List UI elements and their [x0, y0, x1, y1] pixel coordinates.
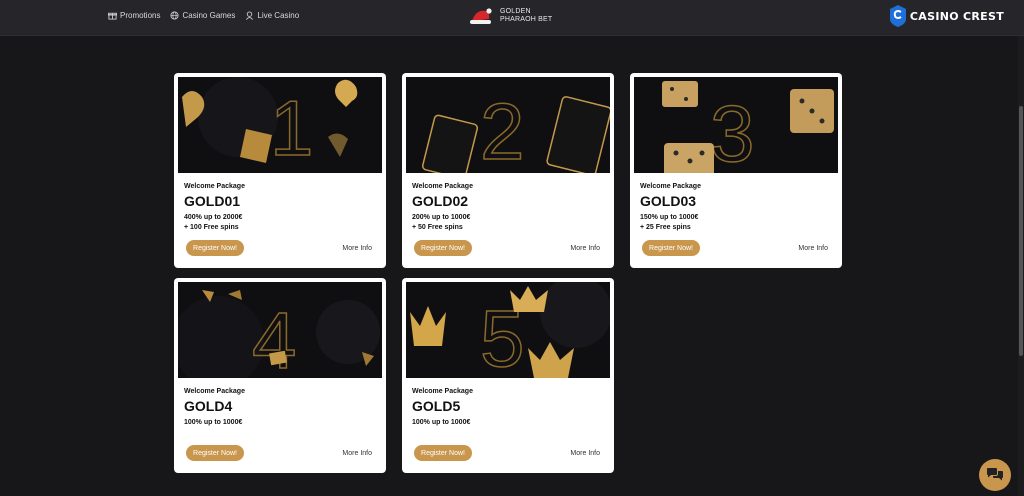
promo-card-gold02: 2 Welcome Package GOLD02 200% up to 1000…	[402, 73, 614, 268]
main-nav: Promotions Casino Games Live Casino	[108, 11, 299, 20]
promo-illustration: 4	[178, 282, 382, 378]
offer-line-2: + 25 Free spins	[640, 224, 691, 231]
register-button[interactable]: Register Now!	[186, 240, 244, 256]
nav-item-label: Promotions	[120, 11, 161, 20]
nav-item-casino-games[interactable]: Casino Games	[170, 11, 235, 20]
live-chat-button[interactable]	[979, 459, 1011, 491]
card-numeral: 3	[710, 89, 755, 173]
card-subtitle: Welcome Package	[412, 183, 473, 190]
card-numeral: 4	[252, 296, 297, 378]
card-subtitle: Welcome Package	[640, 183, 701, 190]
offer-line-2: + 50 Free spins	[412, 224, 463, 231]
register-button[interactable]: Register Now!	[414, 240, 472, 256]
more-info-link[interactable]: More Info	[798, 245, 828, 252]
offer-line-2: + 100 Free spins	[184, 224, 239, 231]
register-button[interactable]: Register Now!	[186, 445, 244, 461]
card-offer: 200% up to 1000€ + 50 Free spins	[412, 213, 604, 233]
more-info-link[interactable]: More Info	[342, 450, 372, 457]
promo-card-image: 5	[406, 282, 610, 378]
crest-shield-icon	[889, 5, 906, 27]
promo-card-gold4: 4 Welcome Package GOLD4 100% up to 1000€…	[174, 278, 386, 473]
bonus-code: GOLD02	[412, 193, 469, 209]
offer-line-1: 150% up to 1000€	[640, 214, 699, 221]
offer-line-1: 100% up to 1000€	[412, 419, 471, 426]
card-offer: 100% up to 1000€	[184, 418, 376, 428]
promo-illustration: 3	[634, 77, 838, 173]
promo-card-image: 4	[178, 282, 382, 378]
card-offer: 150% up to 1000€ + 25 Free spins	[640, 213, 832, 233]
card-numeral: 2	[480, 87, 525, 173]
promo-card-image: 2	[406, 77, 610, 173]
promo-illustration: 5	[406, 282, 610, 378]
bonus-code: GOLD5	[412, 398, 461, 414]
site-logo[interactable]: GOLDEN PHARAOH BET	[468, 3, 556, 29]
card-subtitle: Welcome Package	[184, 388, 245, 395]
gift-icon	[108, 12, 117, 20]
nav-item-label: Live Casino	[257, 11, 300, 20]
promo-card-image: 3	[634, 77, 838, 173]
globe-icon	[170, 11, 180, 20]
card-offer: 100% up to 1000€	[412, 418, 604, 428]
offer-line-1: 200% up to 1000€	[412, 214, 471, 221]
brand-name: GOLDEN PHARAOH BET	[500, 7, 553, 24]
card-offer: 400% up to 2000€ + 100 Free spins	[184, 213, 376, 233]
card-subtitle: Welcome Package	[412, 388, 473, 395]
more-info-link[interactable]: More Info	[570, 245, 600, 252]
chat-bubbles-icon	[987, 468, 1003, 481]
promo-card-gold5: 5 Welcome Package GOLD5 100% up to 1000€…	[402, 278, 614, 473]
bonus-code: GOLD01	[184, 193, 241, 209]
nav-item-label: Casino Games	[182, 11, 236, 20]
offer-line-1: 100% up to 1000€	[184, 419, 243, 426]
nav-item-live-casino[interactable]: Live Casino	[245, 11, 299, 20]
scroll-thumb[interactable]	[1019, 106, 1023, 356]
promo-card-image: 1	[178, 77, 382, 173]
offer-line-1: 400% up to 2000€	[184, 214, 243, 221]
santa-hat-icon	[470, 8, 492, 24]
register-button[interactable]: Register Now!	[414, 445, 472, 461]
top-navigation-bar: Promotions Casino Games Live Casino GOLD…	[0, 0, 1024, 36]
register-button[interactable]: Register Now!	[642, 240, 700, 256]
casino-crest-logo[interactable]: CASINO CREST	[889, 4, 1004, 28]
more-info-link[interactable]: More Info	[342, 245, 372, 252]
bonus-code: GOLD4	[184, 398, 233, 414]
card-numeral: 1	[270, 84, 313, 172]
nav-item-promotions[interactable]: Promotions	[108, 11, 160, 20]
promo-card-gold03: 3 Welcome Package GOLD03 150% up to 1000…	[630, 73, 842, 268]
page-scrollbar[interactable]	[1018, 36, 1024, 496]
promo-card-gold01: 1 Welcome Package GOLD01 400% up to 2000…	[174, 73, 386, 268]
bonus-code: GOLD03	[640, 193, 697, 209]
more-info-link[interactable]: More Info	[570, 450, 600, 457]
promo-illustration: 2	[406, 77, 610, 173]
dealer-icon	[246, 11, 254, 20]
promo-illustration: 1	[178, 77, 382, 173]
crest-name: CASINO CREST	[909, 9, 1004, 23]
card-subtitle: Welcome Package	[184, 183, 245, 190]
